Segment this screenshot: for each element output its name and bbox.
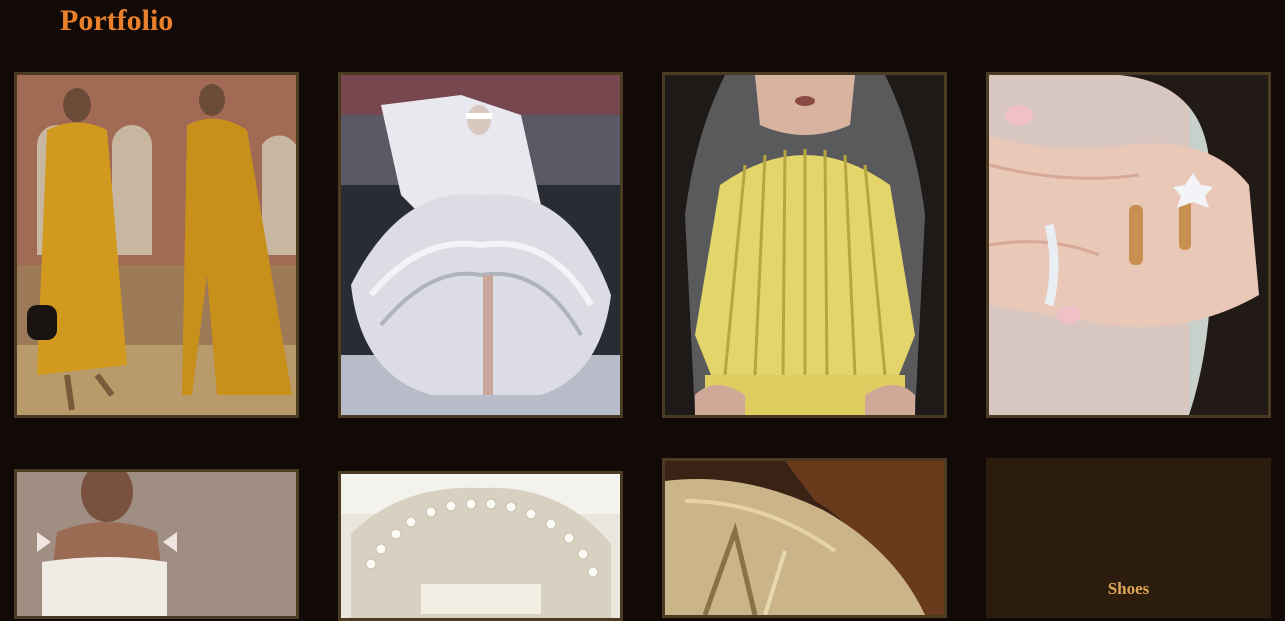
shoes-label: Shoes <box>1107 579 1150 598</box>
pearl-collar-photo <box>341 474 620 618</box>
gallery-item-gold-fabric[interactable] <box>662 458 947 618</box>
gallery-item-white-gown[interactable] <box>338 72 623 418</box>
white-bow-top-photo <box>17 472 296 616</box>
yellow-outfits-photo <box>17 75 296 415</box>
gallery-item-pearl-collar[interactable] <box>338 471 623 621</box>
gallery-item-white-bow-top[interactable] <box>14 469 299 619</box>
yellow-pleated-top-photo <box>665 75 944 415</box>
gallery-item-diamond-rings[interactable] <box>986 72 1271 418</box>
gold-fabric-photo <box>665 461 944 615</box>
gallery-item-shoes[interactable]: Shoes <box>986 458 1271 618</box>
gallery-item-yellow-outfits[interactable] <box>14 72 299 418</box>
page-title: Portfolio <box>60 4 174 37</box>
white-sculptural-gown-photo <box>341 75 620 415</box>
diamond-rings-hand-photo <box>989 75 1268 415</box>
gallery-item-yellow-pleated-top[interactable] <box>662 72 947 418</box>
